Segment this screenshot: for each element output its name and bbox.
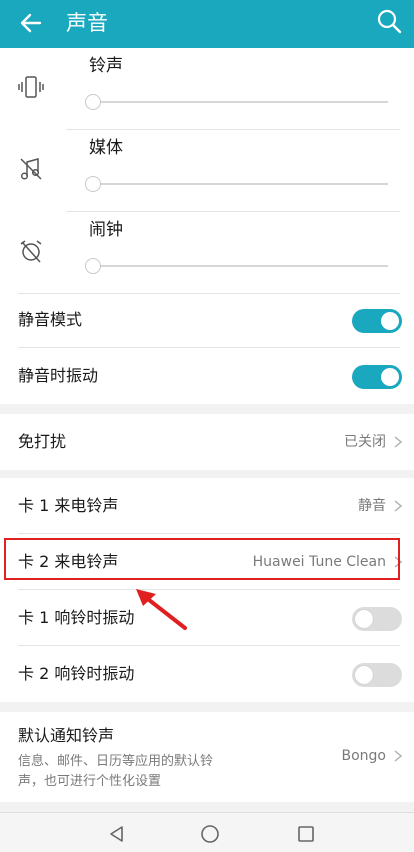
volume-slider-track[interactable] (92, 101, 388, 103)
volume-label: 闹钟 (89, 220, 123, 240)
sim2-ringtone-value: Huawei Tune Clean (252, 554, 386, 570)
sim2-ringtone-row[interactable]: 卡 2 来电铃声 Huawei Tune Clean (0, 534, 414, 590)
notification-ringtone-label: 默认通知铃声 (18, 726, 115, 745)
vibrate-when-silent-label: 静音时振动 (18, 366, 99, 385)
chevron-right-icon (394, 750, 402, 762)
sim1-ringtone-value: 静音 (358, 498, 386, 514)
page-title: 声音 (66, 11, 108, 35)
sim2-vibrate-row[interactable]: 卡 2 响铃时振动 (0, 646, 414, 702)
sim1-vibrate-switch[interactable] (352, 607, 402, 631)
chevron-right-icon (394, 500, 402, 512)
volume-row-alarm: 闹钟 (0, 212, 414, 294)
volume-slider-thumb[interactable] (85, 176, 101, 192)
notification-desc-line2: 声，也可进行个性化设置 (18, 774, 162, 789)
red-arrow-annotation (136, 589, 187, 630)
sim2-vibrate-label: 卡 2 响铃时振动 (18, 664, 135, 683)
nav-home-icon[interactable] (200, 824, 220, 844)
sim1-vibrate-label: 卡 1 响铃时振动 (18, 608, 135, 627)
volume-label: 媒体 (89, 138, 123, 158)
nav-back-icon[interactable] (107, 824, 127, 844)
silent-mode-switch[interactable] (352, 309, 402, 333)
back-arrow-icon[interactable] (18, 10, 44, 36)
sim2-ringtone-label: 卡 2 来电铃声 (18, 552, 119, 571)
volume-label: 铃声 (89, 56, 123, 76)
nav-recents-icon[interactable] (296, 824, 316, 844)
sim1-ringtone-row[interactable]: 卡 1 来电铃声 静音 (0, 478, 414, 534)
silent-mode-label: 静音模式 (18, 310, 83, 329)
silent-mode-row[interactable]: 静音模式 (0, 292, 414, 348)
vibrate-when-silent-row[interactable]: 静音时振动 (0, 348, 414, 404)
volume-slider-thumb[interactable] (85, 94, 101, 110)
vibrate-icon (18, 76, 44, 98)
system-nav-bar (0, 812, 414, 852)
dnd-value: 已关闭 (344, 434, 386, 450)
volume-row-ringtone: 铃声 (0, 48, 414, 130)
dnd-row[interactable]: 免打扰 已关闭 (0, 414, 414, 470)
volume-slider-track[interactable] (92, 183, 388, 185)
sim1-ringtone-label: 卡 1 来电铃声 (18, 496, 119, 515)
dnd-card: 免打扰 已关闭 (0, 414, 414, 470)
notification-desc-line1: 信息、邮件、日历等应用的默认铃 (18, 754, 214, 769)
sim1-vibrate-row[interactable]: 卡 1 响铃时振动 (0, 590, 414, 646)
chevron-right-icon (394, 556, 402, 568)
volume-row-media: 媒体 (0, 130, 414, 212)
vibrate-when-silent-switch[interactable] (352, 365, 402, 389)
sim-card: 卡 1 来电铃声 静音 卡 2 来电铃声 Huawei Tune Clean 卡… (0, 478, 414, 702)
notification-ringtone-row[interactable]: 默认通知铃声 信息、邮件、日历等应用的默认铃 声，也可进行个性化设置 Bongo (0, 712, 414, 802)
dnd-label: 免打扰 (18, 432, 67, 451)
volume-slider-track[interactable] (92, 265, 388, 267)
app-bar: 声音 (0, 0, 414, 48)
notification-ringtone-value: Bongo (341, 748, 387, 764)
alarm-off-icon (20, 240, 42, 263)
notification-card: 默认通知铃声 信息、邮件、日历等应用的默认铃 声，也可进行个性化设置 Bongo (0, 712, 414, 802)
music-muted-icon (20, 158, 42, 180)
sim2-vibrate-switch[interactable] (352, 663, 402, 687)
chevron-right-icon (394, 436, 402, 448)
search-icon[interactable] (376, 8, 402, 34)
volume-card: 铃声 媒体 闹钟 静音模式 静音时振动 (0, 48, 414, 404)
volume-slider-thumb[interactable] (85, 258, 101, 274)
